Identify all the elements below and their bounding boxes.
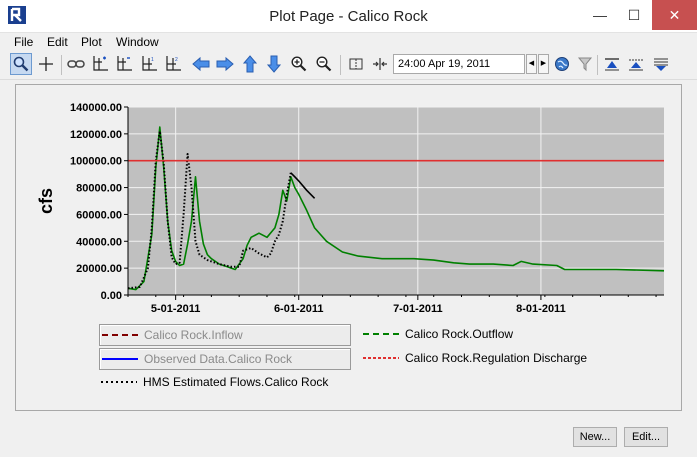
time-next-button[interactable]: ▶ [538, 54, 549, 74]
toolbar: 1 2 24:00 Apr 19, 2011 ◀ ▶ [0, 51, 697, 80]
menu-bar: File Edit Plot Window [0, 33, 697, 51]
menu-window[interactable]: Window [116, 35, 159, 49]
link-button[interactable] [65, 53, 87, 75]
legend-item[interactable]: Observed Data.Calico Rock [99, 348, 351, 370]
legend-label: Calico Rock.Regulation Discharge [405, 351, 588, 365]
link-icon [67, 60, 85, 68]
legend-swatch [363, 357, 399, 359]
maximize-button[interactable]: ☐ [617, 0, 651, 30]
pan-right-button[interactable] [214, 53, 236, 75]
time-previous-button[interactable]: ◀ [526, 54, 537, 74]
zoom-in-icon [291, 56, 307, 72]
menu-edit[interactable]: Edit [47, 35, 68, 49]
align-bottom-button[interactable] [650, 53, 672, 75]
crosshair-icon [39, 57, 53, 71]
pan-up-button[interactable] [239, 53, 261, 75]
magnifier-icon [13, 56, 29, 72]
close-button[interactable]: ✕ [652, 0, 697, 30]
axis-tool-1-button[interactable] [89, 53, 111, 75]
time-input[interactable]: 24:00 Apr 19, 2011 [393, 54, 525, 74]
align-top-button[interactable] [601, 53, 623, 75]
axis-grid-icon: 1 [142, 56, 157, 71]
pan-left-button[interactable] [190, 53, 212, 75]
axis-tool-4-button[interactable]: 2 [162, 53, 184, 75]
globe-button[interactable] [551, 53, 573, 75]
globe-icon [555, 57, 569, 71]
menu-file[interactable]: File [14, 35, 33, 49]
edit-button[interactable]: Edit... [624, 427, 668, 447]
axis-grid-icon [93, 56, 108, 71]
legend-item[interactable]: HMS Estimated Flows.Calico Rock [99, 372, 359, 392]
legend-label: HMS Estimated Flows.Calico Rock [143, 375, 329, 389]
align-middle-button[interactable] [625, 53, 647, 75]
menu-plot[interactable]: Plot [81, 35, 102, 49]
zoom-in-button[interactable] [288, 53, 310, 75]
filter-button[interactable] [574, 53, 596, 75]
svg-text:1: 1 [151, 57, 154, 63]
filter-icon [577, 57, 593, 72]
time-cursor-button[interactable] [369, 53, 391, 75]
legend-item[interactable]: Calico Rock.Outflow [361, 324, 641, 344]
legend-item[interactable]: Calico Rock.Inflow [99, 324, 351, 346]
align-bottom-icon [654, 58, 668, 71]
zoom-out-button[interactable] [313, 53, 335, 75]
axis-grid-icon [117, 56, 132, 71]
split-view-button[interactable] [345, 53, 367, 75]
legend-item[interactable]: Calico Rock.Regulation Discharge [361, 348, 641, 368]
legend-swatch [101, 381, 137, 383]
axis-tool-3-button[interactable]: 1 [138, 53, 160, 75]
axis-tool-2-button[interactable] [113, 53, 135, 75]
title-bar: Plot Page - Calico Rock — ☐ ✕ [0, 0, 697, 33]
legend-label: Observed Data.Calico Rock [144, 352, 293, 366]
legend-swatch [102, 358, 138, 360]
align-top-icon [605, 58, 619, 71]
align-middle-icon [629, 59, 643, 71]
legend-swatch [363, 333, 399, 335]
svg-text:2: 2 [175, 57, 178, 63]
arrow-down-icon [266, 55, 282, 73]
arrow-left-icon [192, 56, 210, 72]
arrow-up-icon [242, 55, 258, 73]
axis-grid-icon: 2 [166, 56, 181, 71]
time-cursor-icon [373, 58, 387, 70]
minimize-button[interactable]: — [583, 0, 617, 30]
new-button[interactable]: New... [573, 427, 617, 447]
legend-label: Calico Rock.Outflow [405, 327, 514, 341]
pan-down-button[interactable] [263, 53, 285, 75]
crosshair-tool-button[interactable] [35, 53, 57, 75]
arrow-right-icon [216, 56, 234, 72]
split-view-icon [349, 58, 363, 70]
legend-swatch [102, 334, 138, 336]
zoom-out-icon [316, 56, 332, 72]
legend-label: Calico Rock.Inflow [144, 328, 243, 342]
zoom-tool-button[interactable] [10, 53, 32, 75]
